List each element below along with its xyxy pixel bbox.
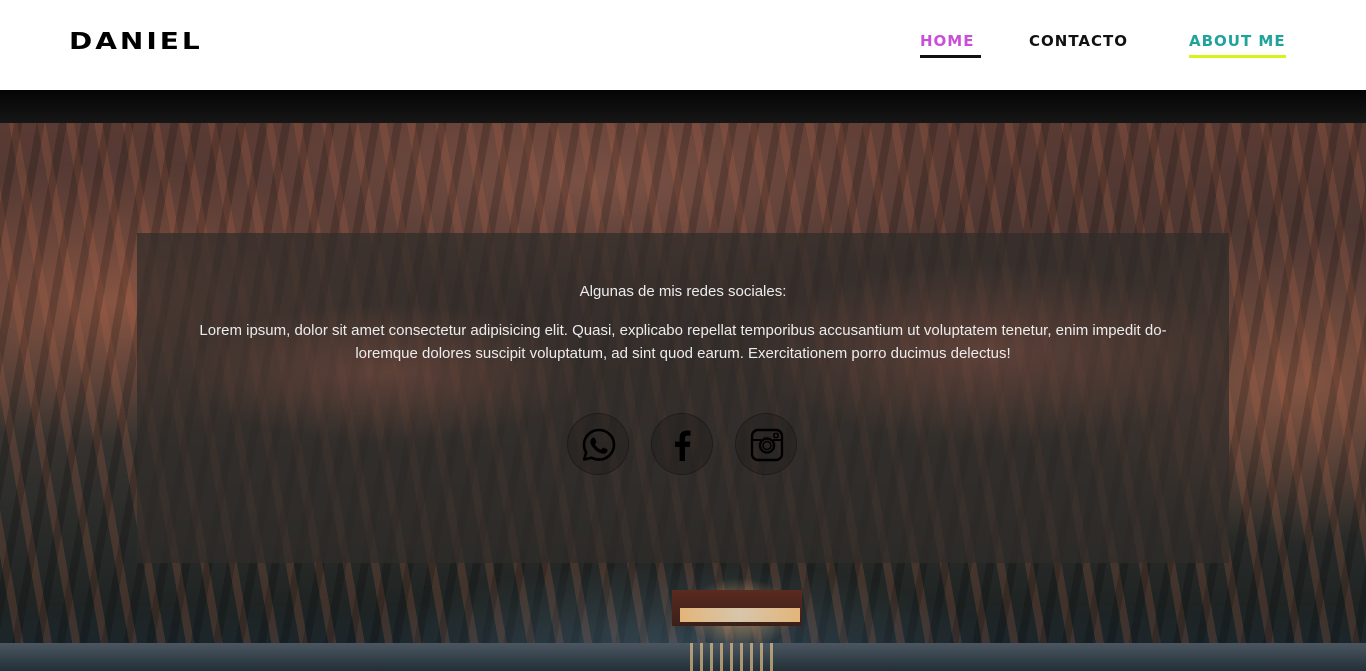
nav-link-home[interactable]: HOME bbox=[920, 33, 974, 49]
instagram-icon bbox=[750, 428, 784, 462]
lodge-lights bbox=[680, 608, 800, 622]
instagram-button[interactable] bbox=[735, 413, 797, 475]
nav-link-about-me[interactable]: ABOUT ME bbox=[1189, 33, 1286, 49]
nav-link-contacto[interactable]: CONTACTO bbox=[1029, 33, 1128, 49]
nav-about-underline bbox=[1189, 55, 1286, 58]
header-shadow-band bbox=[0, 90, 1366, 123]
whatsapp-button[interactable] bbox=[567, 413, 629, 475]
navbar: DANIEL HOME CONTACTO ABOUT ME bbox=[0, 0, 1366, 90]
social-card-subtitle: Algunas de mis redes sociales: bbox=[579, 283, 787, 300]
lake-water bbox=[0, 643, 1366, 671]
light-reflection bbox=[690, 643, 780, 671]
whatsapp-icon bbox=[582, 428, 616, 461]
site-logo[interactable]: DANIEL bbox=[69, 30, 203, 53]
social-card-paragraph: Lorem ipsum, dolor sit amet consectetur … bbox=[199, 322, 1167, 362]
facebook-icon bbox=[675, 430, 691, 461]
social-card: Algunas de mis redes sociales: Lorem ips… bbox=[137, 233, 1229, 563]
nav-home-underline bbox=[920, 55, 981, 58]
facebook-button[interactable] bbox=[651, 413, 713, 475]
